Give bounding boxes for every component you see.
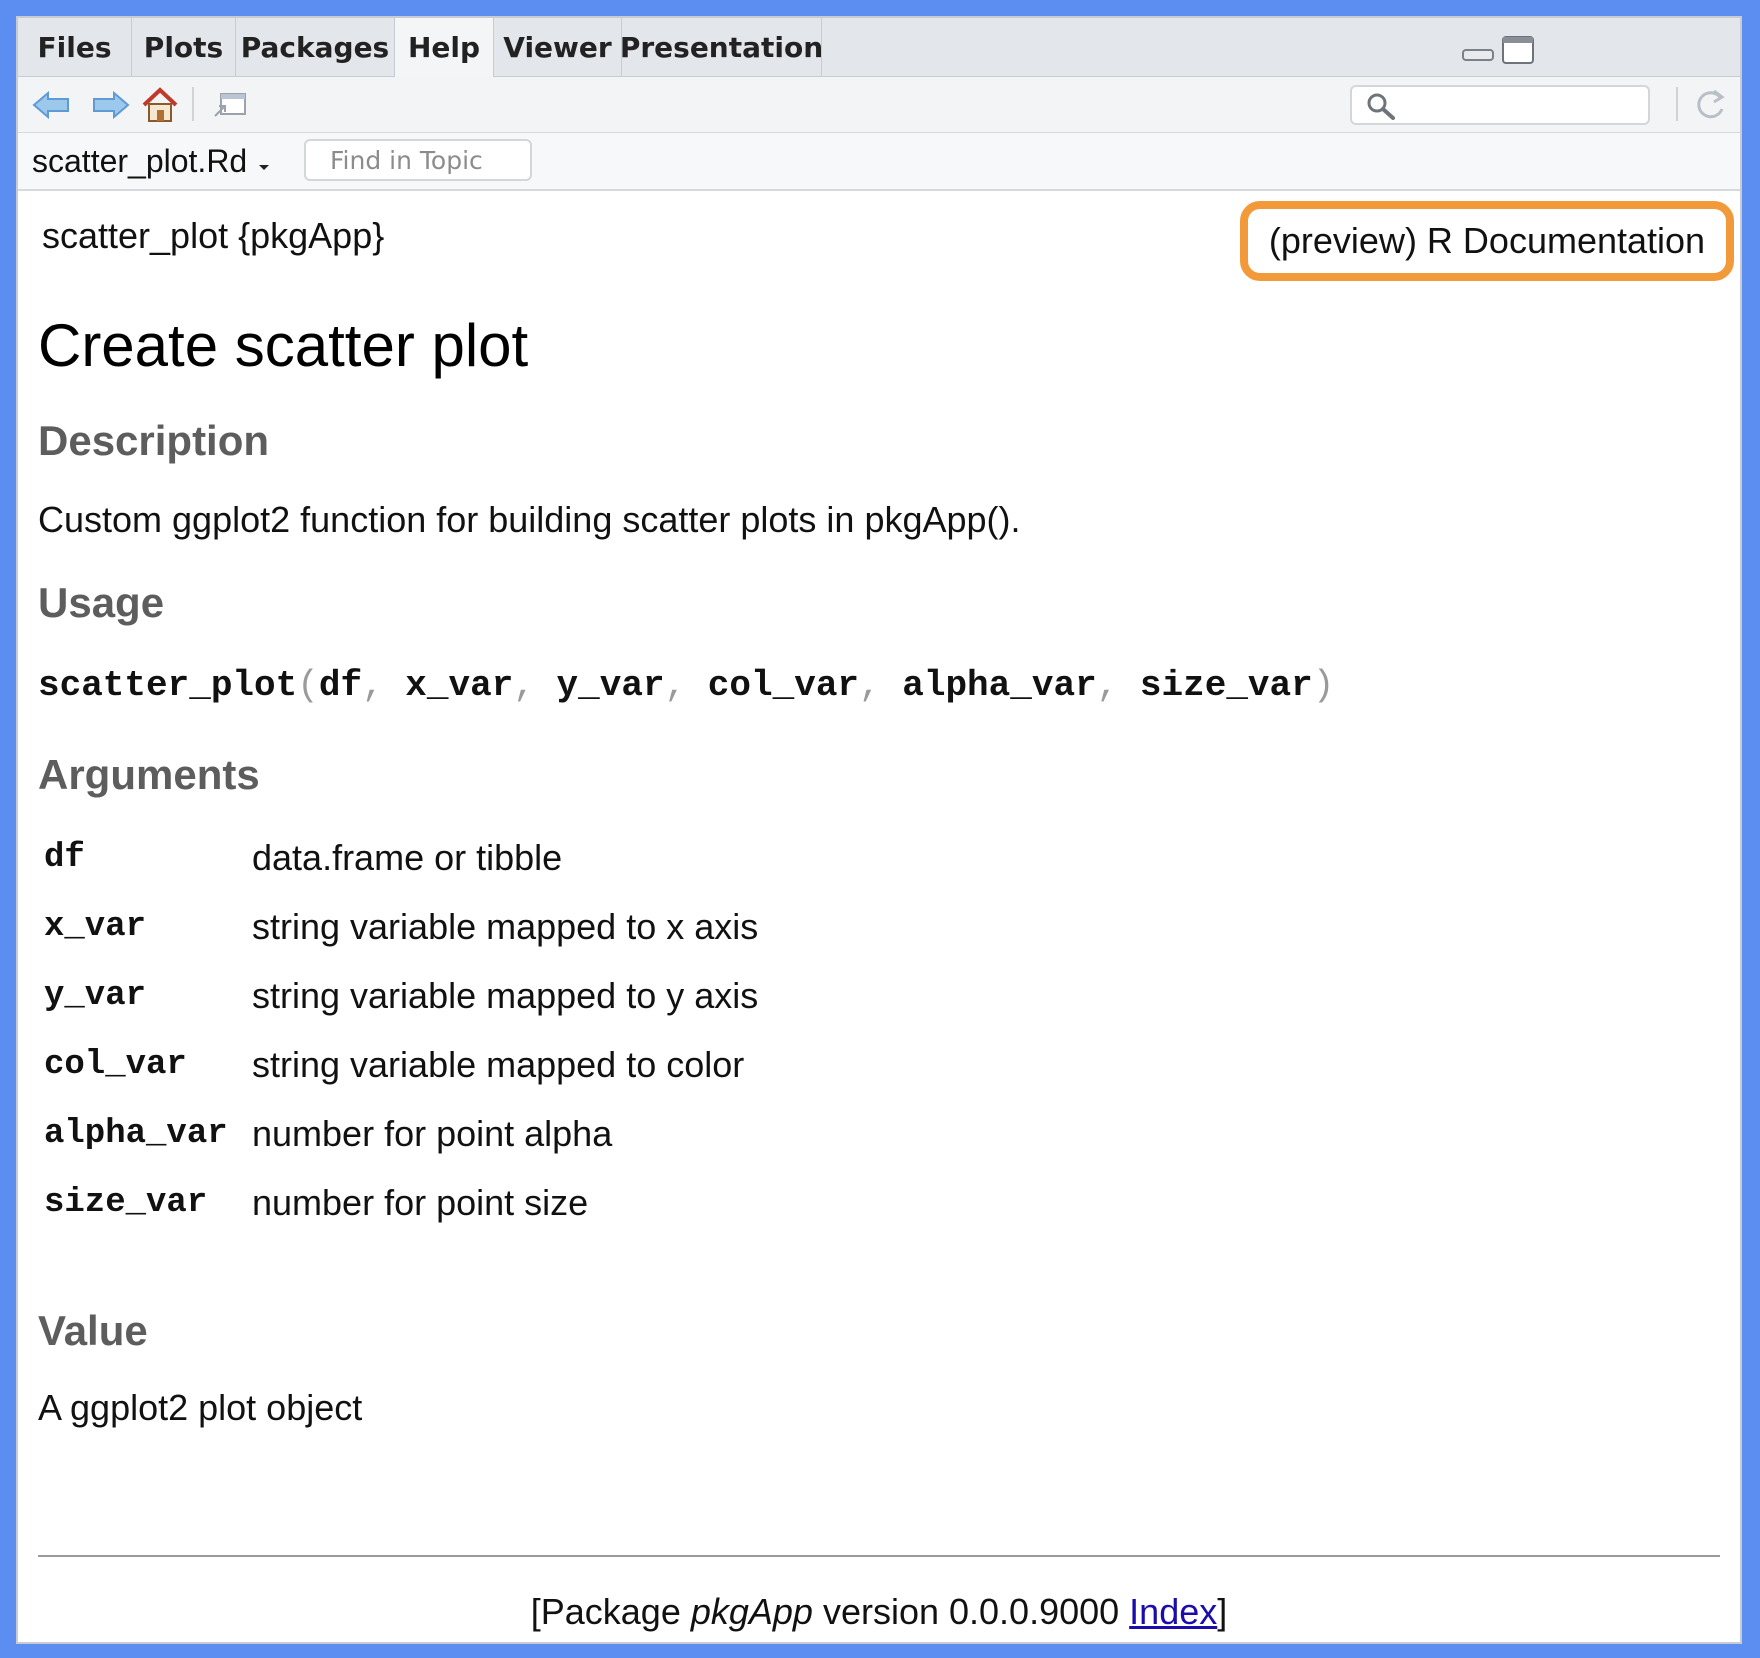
pane-tab-bar: Files Plots Packages Help Viewer Present… — [18, 18, 1740, 77]
argument-row: size_var number for point size — [44, 1168, 758, 1237]
search-icon — [1366, 92, 1396, 125]
argument-row: df data.frame or tibble — [44, 823, 758, 892]
argument-name: alpha_var — [44, 1114, 228, 1153]
tab-presentation[interactable]: Presentation — [620, 18, 823, 76]
back-arrow-icon[interactable] — [30, 85, 74, 125]
description-text: Custom ggplot2 function for building sca… — [38, 499, 1021, 540]
help-search-input[interactable] — [1350, 85, 1650, 125]
topic-bar: scatter_plot.Rd — [18, 133, 1740, 191]
toolbar-separator — [192, 87, 194, 121]
usage-heading: Usage — [38, 579, 165, 626]
chevron-down-icon — [257, 143, 271, 180]
argument-description: data.frame or tibble — [252, 836, 563, 878]
argument-description: number for point size — [252, 1181, 589, 1223]
argument-row: alpha_var number for point alpha — [44, 1099, 758, 1168]
usage-arg: x_var — [405, 665, 514, 706]
value-heading: Value — [38, 1307, 148, 1354]
usage-arg: size_var — [1139, 665, 1313, 706]
home-icon[interactable] — [138, 85, 182, 125]
footer-package-name: pkgApp — [690, 1591, 813, 1632]
argument-name: x_var — [44, 907, 147, 946]
argument-name: df — [44, 838, 85, 877]
usage-function: scatter_plot — [38, 665, 298, 706]
argument-description: string variable mapped to x axis — [252, 905, 759, 947]
arguments-heading: Arguments — [38, 751, 260, 798]
tab-files[interactable]: Files — [18, 18, 132, 76]
doc-header-source-label: (preview) R Documentation — [1268, 220, 1706, 261]
argument-description: string variable mapped to color — [252, 1043, 745, 1085]
argument-row: x_var string variable mapped to x axis — [44, 892, 758, 961]
tab-packages[interactable]: Packages — [236, 18, 395, 76]
footer-suffix: ] — [1217, 1591, 1228, 1632]
argument-description: number for point alpha — [252, 1112, 613, 1154]
usage-arg: df — [318, 665, 363, 706]
tab-viewer[interactable]: Viewer — [494, 18, 622, 76]
usage-arg: col_var — [707, 665, 860, 706]
footer-version: version 0.0.0.9000 — [812, 1591, 1130, 1632]
find-in-topic-input[interactable] — [304, 139, 532, 181]
forward-arrow-icon[interactable] — [88, 85, 132, 125]
help-toolbar — [18, 77, 1740, 133]
minimize-pane-icon[interactable] — [1462, 48, 1494, 67]
doc-header-source: (preview) R Documentation — [1240, 201, 1734, 281]
topic-label: scatter_plot.Rd — [32, 142, 248, 179]
package-footer: [Package pkgApp version 0.0.0.9000 Index… — [18, 1591, 1740, 1633]
page-title: Create scatter plot — [38, 312, 529, 379]
footer-prefix: [Package — [530, 1591, 691, 1632]
tab-help[interactable]: Help — [395, 18, 494, 77]
argument-row: y_var string variable mapped to y axis — [44, 961, 758, 1030]
topic-dropdown[interactable]: scatter_plot.Rd — [32, 141, 271, 181]
arguments-table: df data.frame or tibble x_var string var… — [44, 823, 758, 1237]
usage-code: scatter_plot(df, x_var, y_var, col_var, … — [38, 665, 1335, 706]
usage-arg: y_var — [556, 665, 665, 706]
footer-divider — [38, 1555, 1720, 1557]
help-content: scatter_plot {pkgApp} (preview) R Docume… — [18, 191, 1740, 1642]
argument-name: size_var — [44, 1183, 208, 1222]
usage-arg: alpha_var — [902, 665, 1097, 706]
tab-plots[interactable]: Plots — [132, 18, 236, 76]
index-link[interactable]: Index — [1129, 1591, 1217, 1632]
argument-name: y_var — [44, 976, 147, 1015]
argument-description: string variable mapped to y axis — [252, 974, 759, 1016]
description-heading: Description — [38, 417, 270, 464]
value-text: A ggplot2 plot object — [38, 1387, 363, 1428]
doc-header-name: scatter_plot {pkgApp} — [42, 215, 385, 256]
refresh-icon[interactable] — [1688, 85, 1732, 125]
argument-row: col_var string variable mapped to color — [44, 1030, 758, 1099]
help-pane: Files Plots Packages Help Viewer Present… — [16, 16, 1742, 1644]
maximize-pane-icon[interactable] — [1502, 36, 1534, 69]
argument-name: col_var — [44, 1045, 187, 1084]
toolbar-separator — [1676, 87, 1678, 121]
popout-icon[interactable] — [208, 85, 252, 125]
